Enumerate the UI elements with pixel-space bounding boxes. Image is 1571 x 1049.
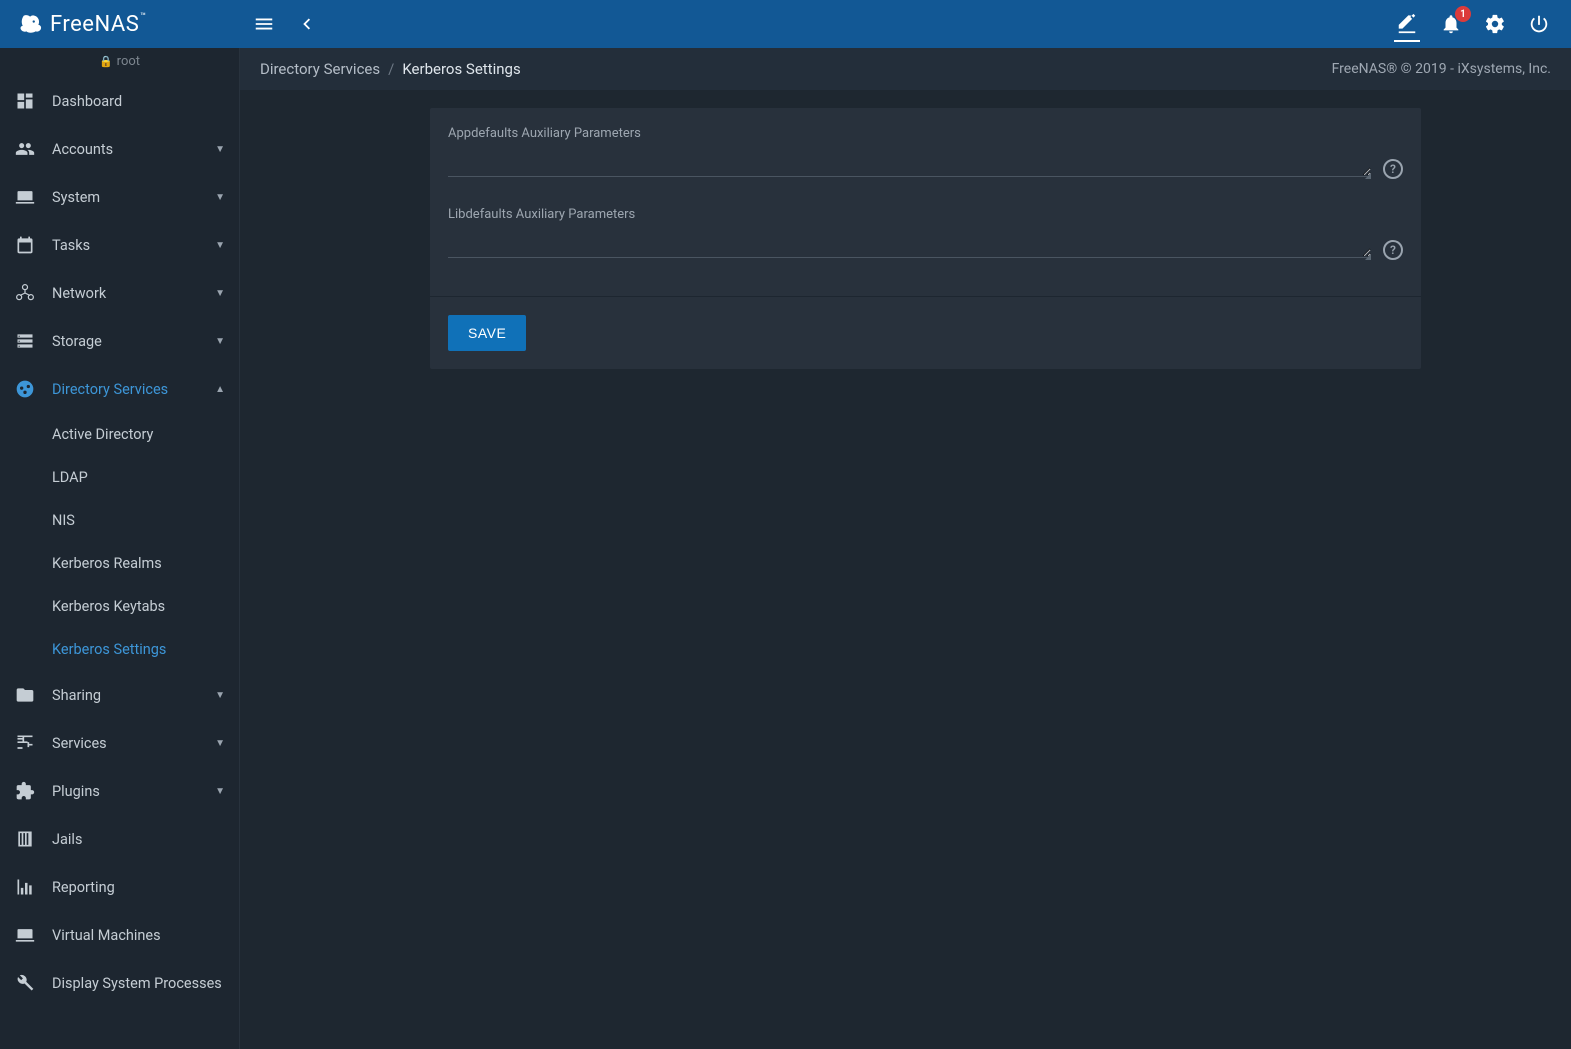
settings-card: Appdefaults Auxiliary Parameters?Libdefa… (430, 108, 1421, 369)
chevron-down-icon: ▼ (215, 786, 225, 797)
sidebar-subitem-kerberos-keytabs[interactable]: Kerberos Keytabs (0, 585, 239, 628)
back-icon[interactable] (294, 12, 318, 36)
sidebar-item-display-system-processes[interactable]: Display System Processes (0, 959, 239, 1007)
calendar-icon (14, 234, 36, 256)
breadcrumb-parent[interactable]: Directory Services (260, 60, 380, 78)
logo-area: FreeNAS™ (0, 12, 240, 37)
breadcrumb-current: Kerberos Settings (402, 60, 520, 78)
menu-toggle-icon[interactable] (252, 12, 276, 36)
copyright: FreeNAS® © 2019 - iXsystems, Inc. (1332, 61, 1551, 77)
network-icon (14, 282, 36, 304)
sidebar-item-label: Jails (52, 831, 225, 848)
sidebar-item-network[interactable]: Network ▼ (0, 269, 239, 317)
sidebar-subitem-active-directory[interactable]: Active Directory (0, 413, 239, 456)
field-input-0[interactable] (448, 151, 1371, 177)
topbar-right-controls: 1 (1395, 12, 1571, 36)
jail-icon (14, 828, 36, 850)
sidebar-item-system[interactable]: System ▼ (0, 173, 239, 221)
help-icon[interactable]: ? (1383, 240, 1403, 260)
sidebar-item-label: Plugins (52, 783, 199, 800)
sidebar-subitem-ldap[interactable]: LDAP (0, 456, 239, 499)
current-user[interactable]: 🔒root (0, 48, 239, 77)
accounts-icon (14, 138, 36, 160)
topbar-left-controls (240, 12, 318, 36)
topbar: FreeNAS™ 1 (0, 0, 1571, 48)
sidebar-item-label: Directory Services (52, 381, 199, 398)
chevron-down-icon: ▼ (215, 738, 225, 749)
sidebar-item-reporting[interactable]: Reporting (0, 863, 239, 911)
sidebar-item-sharing[interactable]: Sharing ▼ (0, 671, 239, 719)
chevron-up-icon: ▲ (215, 384, 225, 395)
power-icon[interactable] (1527, 12, 1551, 36)
sidebar-item-storage[interactable]: Storage ▼ (0, 317, 239, 365)
sidebar-item-jails[interactable]: Jails (0, 815, 239, 863)
chevron-down-icon: ▼ (215, 240, 225, 251)
chevron-down-icon: ▼ (215, 144, 225, 155)
sidebar-item-label: Tasks (52, 237, 199, 254)
sidebar-item-label: Dashboard (52, 93, 225, 110)
sidebar: 🔒root DashboardAccounts▼System▼Tasks▼Net… (0, 48, 240, 1049)
puzzle-icon (14, 780, 36, 802)
sidebar-item-directory-services[interactable]: Directory Services ▲ (0, 365, 239, 413)
notifications-icon[interactable]: 1 (1439, 12, 1463, 36)
folder-icon (14, 684, 36, 706)
lock-icon: 🔒 (99, 55, 113, 68)
field-input-1[interactable] (448, 232, 1371, 258)
field-label: Appdefaults Auxiliary Parameters (448, 126, 1371, 141)
sidebar-subitem-nis[interactable]: NIS (0, 499, 239, 542)
settings-icon[interactable] (1483, 12, 1507, 36)
sidebar-item-dashboard[interactable]: Dashboard (0, 77, 239, 125)
sidebar-subitem-kerberos-settings[interactable]: Kerberos Settings (0, 628, 239, 671)
sidebar-item-label: Display System Processes (52, 975, 225, 992)
chevron-down-icon: ▼ (215, 288, 225, 299)
freenas-logo-icon (20, 13, 42, 35)
dirserv-icon (14, 378, 36, 400)
dashboard-icon (14, 90, 36, 112)
notification-badge: 1 (1455, 6, 1471, 22)
form-field: Libdefaults Auxiliary Parameters? (448, 207, 1403, 262)
breadcrumb-bar: Directory Services / Kerberos Settings F… (240, 48, 1571, 90)
form-field: Appdefaults Auxiliary Parameters? (448, 126, 1403, 181)
tune-icon (14, 732, 36, 754)
sidebar-item-label: Reporting (52, 879, 225, 896)
sidebar-item-label: Sharing (52, 687, 199, 704)
brand-name: FreeNAS™ (50, 12, 146, 37)
breadcrumb-separator: / (388, 60, 394, 78)
laptop-icon (14, 186, 36, 208)
sidebar-item-accounts[interactable]: Accounts ▼ (0, 125, 239, 173)
storage-icon (14, 330, 36, 352)
chart-icon (14, 876, 36, 898)
sidebar-item-label: Accounts (52, 141, 199, 158)
sidebar-item-virtual-machines[interactable]: Virtual Machines (0, 911, 239, 959)
sidebar-item-label: Storage (52, 333, 199, 350)
theme-icon[interactable] (1395, 12, 1419, 36)
chevron-down-icon: ▼ (215, 192, 225, 203)
help-icon[interactable]: ? (1383, 159, 1403, 179)
field-label: Libdefaults Auxiliary Parameters (448, 207, 1371, 222)
wrench-icon (14, 972, 36, 994)
sidebar-item-label: Services (52, 735, 199, 752)
sidebar-subitem-kerberos-realms[interactable]: Kerberos Realms (0, 542, 239, 585)
sidebar-item-tasks[interactable]: Tasks ▼ (0, 221, 239, 269)
save-button[interactable]: SAVE (448, 315, 526, 351)
chevron-down-icon: ▼ (215, 336, 225, 347)
sidebar-item-plugins[interactable]: Plugins ▼ (0, 767, 239, 815)
sidebar-item-label: Virtual Machines (52, 927, 225, 944)
main-area: Directory Services / Kerberos Settings F… (240, 48, 1571, 1049)
sidebar-item-label: Network (52, 285, 199, 302)
laptop-icon (14, 924, 36, 946)
sidebar-item-services[interactable]: Services ▼ (0, 719, 239, 767)
chevron-down-icon: ▼ (215, 690, 225, 701)
sidebar-item-label: System (52, 189, 199, 206)
